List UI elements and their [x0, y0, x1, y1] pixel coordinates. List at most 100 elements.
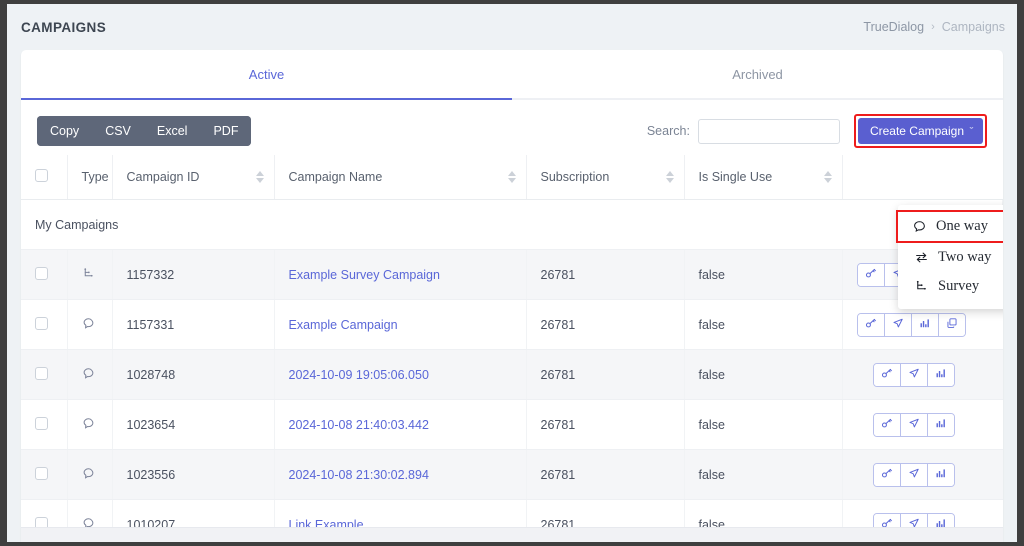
row-action-group [856, 312, 966, 337]
tab-active[interactable]: Active [21, 50, 512, 100]
dropdown-item-two-way-label: Two way [938, 249, 992, 265]
key-icon [865, 317, 877, 332]
cell-type [67, 399, 113, 450]
chart-button[interactable] [927, 413, 954, 436]
create-campaign-dropdown: One way Two way Survey [896, 205, 1003, 309]
row-action-group [872, 462, 955, 487]
row-checkbox[interactable] [35, 466, 48, 480]
cell-campaign-name: Example Campaign [274, 299, 527, 350]
tab-bar: Active Archived [21, 50, 1003, 100]
sort-arrows-icon[interactable] [665, 171, 674, 183]
send-icon [908, 467, 920, 482]
table-row[interactable]: 1157332 Example Survey Campaign 26781 false [21, 249, 1003, 300]
send-button[interactable] [884, 313, 912, 336]
survey-branch-icon [914, 280, 929, 293]
key-button[interactable] [873, 413, 901, 436]
table-row[interactable]: 1023556 2024-10-08 21:30:02.894 26781 false [21, 449, 1003, 500]
send-button[interactable] [900, 463, 928, 486]
key-icon [881, 417, 893, 432]
dropdown-item-survey-label: Survey [938, 278, 980, 294]
search-input[interactable] [697, 118, 840, 144]
sort-arrows-icon[interactable] [507, 171, 516, 183]
cell-campaign-id: 1028748 [112, 349, 275, 400]
dropdown-item-two-way[interactable]: Two way [898, 243, 1003, 272]
cell-actions [842, 399, 1003, 450]
row-checkbox[interactable] [35, 316, 48, 330]
campaigns-table-body: My Campaigns 1157332 Example Survey Campa… [21, 199, 1003, 542]
column-header-subscription[interactable]: Subscription [526, 155, 685, 200]
chart-button[interactable] [911, 313, 939, 336]
campaigns-table-wrapper: Type Campaign ID Campaign Name Subscript… [21, 155, 1003, 542]
csv-button[interactable]: CSV [92, 116, 144, 146]
column-header-subscription-label: Subscription [540, 170, 610, 184]
cell-type [67, 249, 113, 300]
key-button[interactable] [873, 463, 901, 486]
campaign-name-link[interactable]: Example Campaign [289, 318, 398, 332]
cell-campaign-name: 2024-10-09 19:05:06.050 [274, 349, 527, 400]
row-select-cell [21, 299, 68, 350]
copy-button[interactable]: Copy [37, 116, 93, 146]
cell-is-single-use: false [684, 399, 843, 450]
send-button[interactable] [900, 363, 928, 386]
table-row[interactable]: 1157331 Example Campaign 26781 false [21, 299, 1003, 350]
cell-is-single-use: false [684, 299, 843, 350]
row-action-group [872, 362, 955, 387]
sort-arrows-icon[interactable] [255, 171, 264, 183]
breadcrumb-current: Campaigns [941, 20, 1005, 34]
send-button[interactable] [900, 413, 928, 436]
row-checkbox[interactable] [35, 266, 48, 280]
create-campaign-button[interactable]: Create Campaign ˇ [857, 118, 983, 144]
select-all-checkbox[interactable] [35, 169, 48, 182]
chart-button[interactable] [927, 463, 954, 486]
create-campaign-label: Create Campaign [869, 124, 964, 138]
campaign-name-link[interactable]: Example Survey Campaign [289, 268, 440, 282]
table-row[interactable]: 1028748 2024-10-09 19:05:06.050 26781 false [21, 349, 1003, 400]
column-header-campaign-id[interactable]: Campaign ID [112, 155, 275, 200]
dropdown-item-survey[interactable]: Survey [898, 272, 1003, 301]
breadcrumb-separator-icon: › [931, 21, 935, 33]
dropdown-item-one-way[interactable]: One way [896, 210, 1003, 243]
search-group: Search: [647, 118, 840, 144]
key-button[interactable] [857, 313, 885, 336]
breadcrumb: TrueDialog › Campaigns [863, 20, 1005, 34]
column-header-campaign-id-label: Campaign ID [126, 170, 200, 184]
cell-subscription: 26781 [526, 349, 685, 400]
campaigns-card: Active Archived Copy CSV Excel PDF Searc… [21, 50, 1003, 542]
breadcrumb-root[interactable]: TrueDialog [863, 20, 924, 34]
row-checkbox[interactable] [35, 416, 48, 430]
campaign-name-link[interactable]: 2024-10-09 19:05:06.050 [289, 368, 429, 382]
table-header-row: Type Campaign ID Campaign Name Subscript… [21, 155, 1003, 200]
row-checkbox[interactable] [35, 366, 48, 380]
pdf-button[interactable]: PDF [200, 116, 252, 146]
cell-actions [842, 449, 1003, 500]
campaign-name-link[interactable]: 2024-10-08 21:40:03.442 [289, 418, 429, 432]
cell-campaign-name: 2024-10-08 21:30:02.894 [274, 449, 527, 500]
campaign-name-link[interactable]: 2024-10-08 21:30:02.894 [289, 468, 429, 482]
cell-campaign-id: 1157331 [112, 299, 275, 350]
cell-campaign-id: 1157332 [112, 249, 275, 300]
campaigns-table: Type Campaign ID Campaign Name Subscript… [21, 155, 1003, 542]
column-header-is-single-use[interactable]: Is Single Use [684, 155, 843, 200]
cell-type [67, 449, 113, 500]
row-select-cell [21, 449, 68, 500]
cell-campaign-id: 1023556 [112, 449, 275, 500]
clone-button[interactable] [938, 313, 965, 336]
select-all-header [21, 155, 68, 200]
toolbar-right-group: Search: Create Campaign ˇ [647, 114, 987, 148]
tab-archived[interactable]: Archived [512, 50, 1003, 98]
key-icon [865, 267, 877, 282]
column-header-is-single-use-label: Is Single Use [698, 170, 773, 184]
chart-icon [935, 367, 947, 382]
cell-campaign-name: Example Survey Campaign [274, 249, 527, 300]
table-row[interactable]: 1023654 2024-10-08 21:40:03.442 26781 false [21, 399, 1003, 450]
key-button[interactable] [857, 263, 885, 286]
top-bar: CAMPAIGNS TrueDialog › Campaigns [7, 4, 1017, 50]
column-header-campaign-name[interactable]: Campaign Name [274, 155, 527, 200]
chart-button[interactable] [927, 363, 954, 386]
cell-subscription: 26781 [526, 299, 685, 350]
key-button[interactable] [873, 363, 901, 386]
sort-arrows-icon[interactable] [823, 171, 832, 183]
cell-is-single-use: false [684, 249, 843, 300]
speech-bubble-icon [82, 367, 95, 380]
excel-button[interactable]: Excel [143, 116, 201, 146]
